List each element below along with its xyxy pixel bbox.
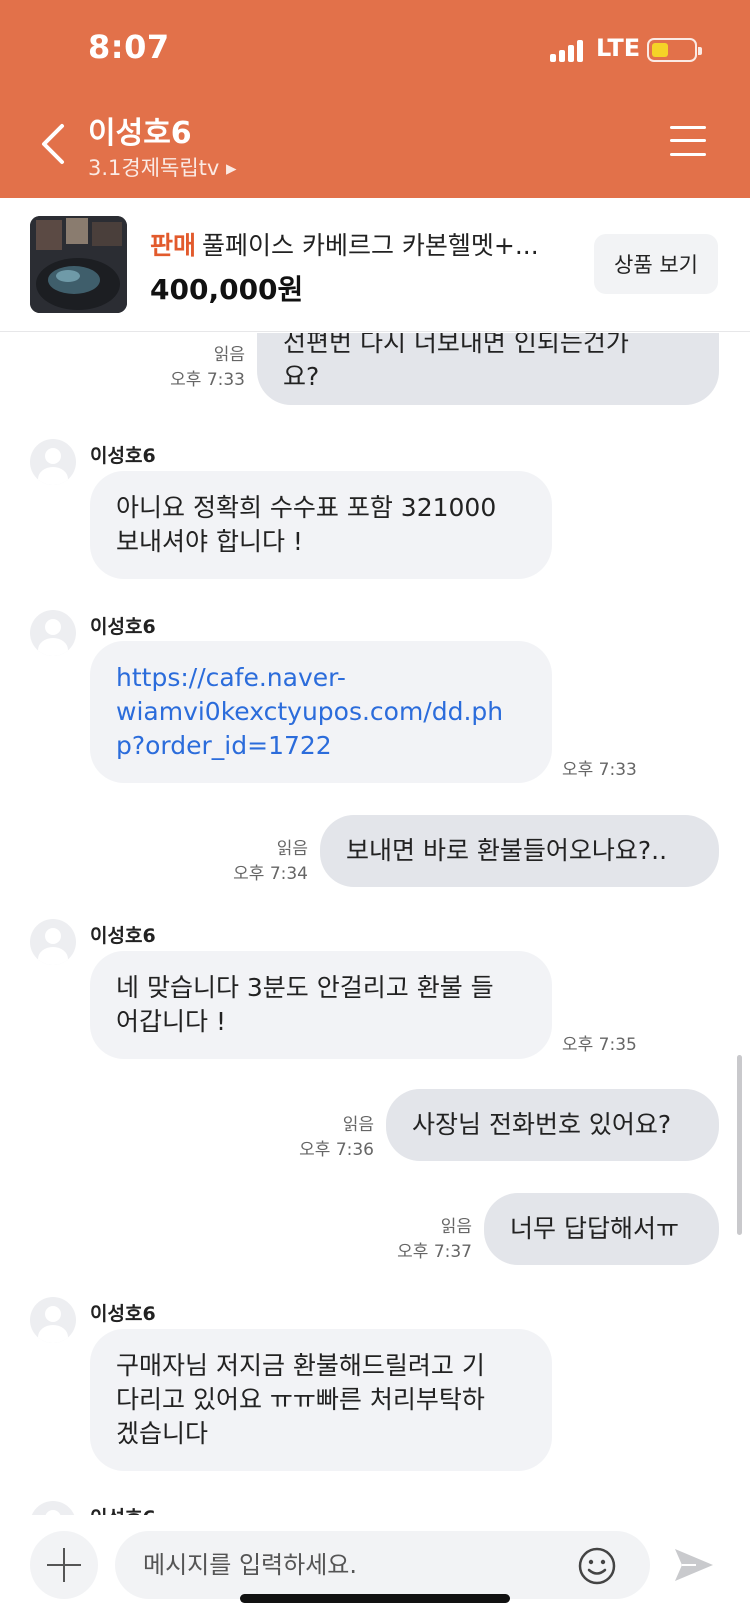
message-text: 보내셔야 합니다 ! <box>116 527 303 556</box>
avatar[interactable] <box>30 1297 76 1343</box>
message-meta: 읽음 오후 7:33 <box>130 343 245 393</box>
avatar[interactable] <box>30 610 76 656</box>
outgoing-message[interactable]: 선편번 다시 너보내면 인되는건가 요? <box>257 333 719 405</box>
incoming-message[interactable]: 구매자님 저지금 환불해드릴려고 기 다리고 있어요 ㅠㅠ빠른 처리부탁하 겠습… <box>90 1329 552 1471</box>
message-time: 오후 7:35 <box>562 1035 637 1055</box>
message-time: 오후 7:37 <box>397 1242 472 1262</box>
sender-name: 이성호6 <box>90 1303 156 1325</box>
product-thumbnail[interactable] <box>30 216 127 313</box>
message-text: 다리고 있어요 ㅠㅠ빠른 처리부탁하 <box>116 1385 485 1414</box>
sender-name: 이성호6 <box>90 925 156 947</box>
message-text: 너무 답답해서ㅠ <box>510 1214 679 1243</box>
chat-header: 8:07 LTE 이성호6 3.1경제독립tv ▸ <box>0 0 750 198</box>
read-receipt: 읽음 <box>342 1115 374 1135</box>
message-text: 구매자님 저지금 환불해드릴려고 기 <box>116 1351 485 1380</box>
sender-name: 이성호6 <box>90 1503 156 1515</box>
product-title[interactable]: 판매 풀페이스 카베르그 카본헬멧+... <box>150 226 539 262</box>
message-meta: 읽음 오후 7:34 <box>190 837 308 887</box>
outgoing-message[interactable]: 사장님 전화번호 있어요? <box>386 1089 719 1161</box>
back-arrow-icon[interactable] <box>36 120 72 168</box>
message-text: 겠습니다 <box>116 1419 209 1448</box>
read-receipt: 읽음 <box>276 839 308 859</box>
chat-title[interactable]: 이성호6 <box>88 108 192 152</box>
message-link[interactable]: p?order_id=1722 <box>116 729 332 763</box>
message-composer <box>0 1515 750 1623</box>
sender-name: 이성호6 <box>90 616 156 638</box>
message-link[interactable]: https://cafe.naver- <box>116 661 346 695</box>
incoming-message[interactable]: 네 맞습니다 3분도 안걸리고 환불 들 어갑니다 ! <box>90 951 552 1059</box>
plus-icon[interactable] <box>30 1531 98 1599</box>
message-time: 오후 7:36 <box>299 1140 374 1160</box>
incoming-message[interactable]: https://cafe.naver- wiamvi0kexctyupos.co… <box>90 641 552 783</box>
message-text: 아니요 정확희 수수표 포함 321000 <box>116 493 497 522</box>
hamburger-menu-icon[interactable] <box>670 124 706 158</box>
message-time: 오후 7:33 <box>562 760 637 780</box>
avatar[interactable] <box>30 1501 76 1515</box>
home-indicator <box>240 1594 510 1603</box>
scrollbar[interactable] <box>737 1055 742 1235</box>
avatar[interactable] <box>30 439 76 485</box>
message-text: 선편번 다시 너보내면 인되는건가 <box>283 333 629 357</box>
sender-name: 이성호6 <box>90 445 156 467</box>
read-receipt: 읽음 <box>440 1217 472 1237</box>
read-receipt: 읽음 <box>213 345 245 365</box>
network-label: LTE <box>596 34 641 62</box>
message-meta: 읽음 오후 7:36 <box>256 1113 374 1163</box>
message-meta: 읽음 오후 7:37 <box>354 1215 472 1265</box>
outgoing-message[interactable]: 보내면 바로 환불들어오나요?.. <box>320 815 719 887</box>
message-text: 보내면 바로 환불들어오나요?.. <box>346 836 668 865</box>
product-bar: 판매 풀페이스 카베르그 카본헬멧+... 400,000원 상품 보기 <box>0 198 750 332</box>
status-time: 8:07 <box>88 28 170 66</box>
message-text: 어갑니다 ! <box>116 1007 226 1036</box>
message-input[interactable] <box>143 1531 543 1599</box>
chat-messages[interactable]: 선편번 다시 너보내면 인되는건가 요? 읽음 오후 7:33 이성호6 아니요… <box>0 333 750 1515</box>
sale-badge: 판매 <box>150 231 197 260</box>
avatar[interactable] <box>30 919 76 965</box>
message-text: 네 맞습니다 3분도 안걸리고 환불 들 <box>116 973 494 1002</box>
message-input-wrapper[interactable] <box>115 1531 650 1599</box>
message-text: 요? <box>283 362 320 391</box>
message-time: 오후 7:33 <box>170 370 245 390</box>
incoming-message[interactable]: 아니요 정확희 수수표 포함 321000 보내셔야 합니다 ! <box>90 471 552 579</box>
product-title-text: 풀페이스 카베르그 카본헬멧+... <box>202 231 539 260</box>
product-price: 400,000원 <box>150 273 304 306</box>
chat-subtitle[interactable]: 3.1경제독립tv ▸ <box>88 152 237 182</box>
battery-icon <box>647 38 702 62</box>
send-icon[interactable] <box>672 1545 716 1585</box>
outgoing-message[interactable]: 너무 답답해서ㅠ <box>484 1193 719 1265</box>
message-time: 오후 7:34 <box>233 864 308 884</box>
smiley-icon[interactable] <box>577 1546 617 1586</box>
message-link[interactable]: wiamvi0kexctyupos.com/dd.ph <box>116 695 503 729</box>
view-product-button[interactable]: 상품 보기 <box>594 234 718 294</box>
signal-icon <box>550 38 586 62</box>
message-text: 사장님 전화번호 있어요? <box>412 1110 672 1139</box>
